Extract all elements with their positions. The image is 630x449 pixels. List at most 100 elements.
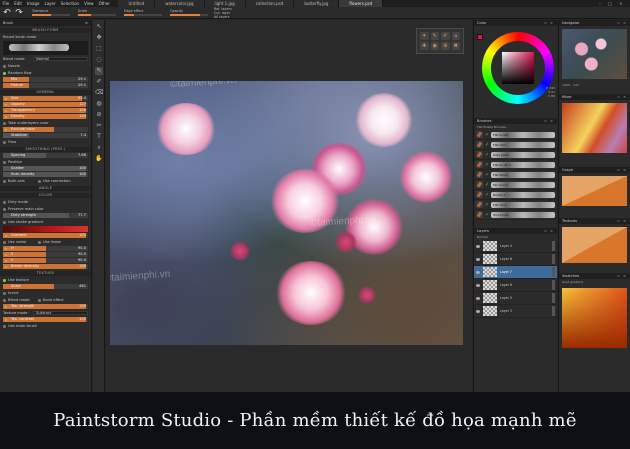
canvas-area[interactable]: ©taimienphi.vn ©taimienphi.vn ©taimienph… (106, 20, 472, 392)
brush-tool-icon[interactable]: ✎ (95, 67, 103, 75)
lasso-tool-icon[interactable]: ◌ (95, 56, 103, 64)
plus-icon[interactable]: ✚ (420, 42, 429, 50)
panel-controls-icon[interactable]: ▫ × (617, 20, 627, 26)
panel-controls-icon[interactable]: ▫ × (617, 167, 627, 173)
menu-selection[interactable]: Selection (58, 0, 81, 7)
stroke-gradient-bar[interactable] (3, 226, 88, 232)
section-general[interactable]: GENERAL (0, 90, 91, 95)
current-color-swatch[interactable] (477, 34, 483, 40)
slider-bristle-diversity[interactable]: Bristle diversity 100 (3, 264, 88, 269)
slider-tex-strength[interactable]: Tex. strength 100 (3, 304, 88, 309)
toolbar-slider-scale[interactable]: Scale (78, 9, 116, 16)
texture-mode-select[interactable]: Subtract (33, 311, 88, 315)
option-preserve-main[interactable]: Preserve main color (0, 206, 91, 212)
tab-collection[interactable]: collection.psd (245, 0, 295, 7)
color-wheel[interactable] (482, 32, 554, 104)
pencil-icon[interactable]: ✎ (430, 32, 439, 40)
option-mask-brush[interactable]: Use mask brush (0, 323, 91, 329)
brush-preset[interactable]: ✓ Flat brush 2 (474, 160, 557, 170)
layer-row[interactable]: Layer 8 (474, 253, 557, 266)
panel-controls-icon[interactable]: ▫ × (617, 273, 627, 279)
option-take-underlayers[interactable]: Take underlayers color (0, 120, 91, 126)
brush-preset[interactable]: ✓ Fan brush (474, 180, 557, 190)
layer-row[interactable]: Layer 4 (474, 240, 557, 253)
menu-image[interactable]: Image (24, 0, 42, 7)
checkbox-icon[interactable] (38, 298, 41, 302)
option-stroke-gradient[interactable]: Use stroke gradient (0, 219, 91, 225)
panel-controls-icon[interactable]: ▫ × (544, 228, 554, 234)
close-icon[interactable]: ✖ (451, 42, 460, 50)
swatch-gradient[interactable] (562, 288, 627, 348)
brush-preset[interactable]: ✓ Dots paint (474, 150, 557, 160)
brush-preset[interactable]: ✓ Flat brush (474, 130, 557, 140)
slider-spacing[interactable]: Spacing 7.66 (3, 153, 88, 158)
menu-file[interactable]: File (0, 0, 12, 7)
toolbar-slider-edge[interactable]: Edge effect (124, 9, 162, 16)
home-icon[interactable]: ⌂ (451, 32, 460, 40)
slider-opacity[interactable]: Opacity 127 (3, 102, 88, 107)
brush-preset[interactable]: ✓ Flat dots (474, 140, 557, 150)
option-invert[interactable]: Invert (0, 290, 91, 296)
hand-tool-icon[interactable]: ✋ (95, 155, 103, 163)
tab-flowers[interactable]: flowers.psd (339, 0, 384, 7)
option-use-radial[interactable]: Use radial Use linear (0, 239, 91, 245)
section-color[interactable]: COLOR (0, 193, 91, 198)
redo-icon[interactable]: ↷ (14, 8, 24, 18)
option-dirty-mode[interactable]: Dirty mode (0, 199, 91, 205)
slider-dirty-strength[interactable]: Dirty strength 77.7 (3, 213, 88, 218)
slider-tex-contrast[interactable]: Tex. contrast 100 (3, 317, 88, 322)
layer-row[interactable]: Layer 6 (474, 279, 557, 292)
slider-scatter[interactable]: Scatter 100 (3, 166, 88, 171)
brush-preset[interactable]: ✓ Flat finish (474, 170, 557, 180)
star-icon[interactable]: ✦ (420, 32, 429, 40)
menu-layer[interactable]: Layer (42, 0, 58, 7)
checkbox-icon[interactable] (38, 179, 41, 183)
fill-tool-icon[interactable]: ◍ (95, 100, 103, 108)
slider-scat-density[interactable]: Scat. density 100 (3, 172, 88, 177)
slider-value-v[interactable]: V 90.0 (3, 258, 88, 263)
section-smoothing[interactable]: SMOOTHING (PRES.) (0, 147, 91, 152)
menu-view[interactable]: View (82, 0, 97, 7)
close-icon[interactable]: × (85, 20, 88, 26)
option-use-texture[interactable]: Use texture (0, 277, 91, 283)
slider-exclude-color[interactable]: Exclude color (3, 127, 88, 132)
brush-preset[interactable]: ✓ Fine brush (474, 210, 557, 220)
layer-row-selected[interactable]: Layer 7 (474, 266, 557, 279)
text-tool-icon[interactable]: T (95, 133, 103, 141)
window-controls[interactable]: – □ × (596, 0, 628, 7)
zoom-tool-icon[interactable]: ⌕ (95, 144, 103, 152)
option-all-layers[interactable]: All layers (214, 15, 232, 19)
add-icon[interactable]: ⊕ (441, 42, 450, 50)
eye-icon[interactable] (476, 257, 480, 261)
toolbar-slider-opacity[interactable]: Opacity (170, 9, 208, 16)
slider-hue[interactable]: H 90.0 (3, 246, 88, 251)
slider-saturation[interactable]: S 90.0 (3, 252, 88, 257)
menu-edit[interactable]: Edit (12, 0, 25, 7)
pencil-tool-icon[interactable]: ✐ (95, 78, 103, 86)
layer-row[interactable]: Layer 5 (474, 292, 557, 305)
eye-icon[interactable] (476, 296, 480, 300)
option-blend-mode[interactable]: Blend mode Band effect (0, 297, 91, 303)
panel-controls-icon[interactable]: ▫ × (617, 218, 627, 224)
layer-row[interactable]: Layer 3 (474, 305, 557, 318)
section-brush-form[interactable]: BRUSH FORM (0, 28, 91, 33)
slider-mix[interactable]: Mix 29.1 (3, 77, 88, 82)
eye-icon[interactable] (476, 283, 480, 287)
slider-size[interactable]: Size 93.4 (3, 96, 88, 101)
brush-preset[interactable]: ✓ Bristle 2 (474, 190, 557, 200)
circle-icon[interactable]: ◉ (430, 42, 439, 50)
texture-preview[interactable] (562, 227, 627, 263)
move-tool-icon[interactable]: ✥ (95, 34, 103, 42)
slider-stabilizer[interactable]: Stabilizer 7.4 (3, 133, 88, 138)
tab-butterfly[interactable]: butterfly.jpg (294, 0, 340, 7)
option-position[interactable]: Position (0, 159, 91, 165)
slider-density[interactable]: Density 100 (3, 114, 88, 119)
pressure-graph[interactable] (562, 176, 627, 206)
eye-icon[interactable] (476, 309, 480, 313)
panel-controls-icon[interactable]: ▫ × (617, 94, 627, 100)
brush-preset[interactable]: ✓ Flat dirty (474, 200, 557, 210)
slider-transparency[interactable]: Transparency 100 (3, 108, 88, 113)
brush-icon[interactable]: ✐ (441, 32, 450, 40)
navigator-preview[interactable] (562, 29, 627, 79)
section-angle[interactable]: ANGLE (0, 186, 91, 191)
